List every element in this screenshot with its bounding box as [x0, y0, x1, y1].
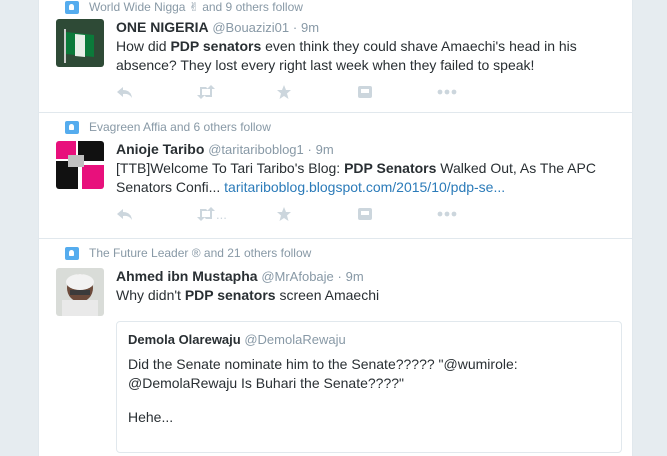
- context-text: The Future Leader ® and 21 others follow: [89, 246, 312, 260]
- follow-context-icon: [65, 121, 79, 134]
- favorite-icon[interactable]: [275, 206, 293, 222]
- user-name[interactable]: Ahmed ibn Mustapha: [116, 268, 258, 284]
- tweet-text: [TTB]Welcome To Tari Taribo's Blog: PDP …: [116, 159, 616, 197]
- tweet-context[interactable]: Evagreen Affia and 6 others follow: [65, 120, 271, 134]
- card-icon[interactable]: [356, 206, 374, 222]
- reply-icon[interactable]: [116, 206, 134, 222]
- quoted-tweet[interactable]: Demola Olarewaju @DemolaRewaju Did the S…: [116, 321, 622, 453]
- quoted-tweet-text-continued: Hehe...: [128, 409, 174, 425]
- user-name[interactable]: ONE NIGERIA: [116, 19, 209, 35]
- timestamp[interactable]: 9m: [346, 269, 364, 284]
- timestamp[interactable]: 9m: [301, 20, 319, 35]
- reply-icon[interactable]: [116, 84, 134, 100]
- search-highlight[interactable]: PDP Senators: [344, 160, 436, 176]
- separator-dot: ·: [337, 269, 342, 284]
- tweet-link[interactable]: taritariboblog.blogspot.com/2015/10/pdp-…: [224, 179, 505, 195]
- text-segment: How did: [116, 38, 171, 54]
- favorite-icon[interactable]: [275, 84, 293, 100]
- text-segment: [TTB]Welcome To Tari Taribo's Blog:: [116, 160, 345, 176]
- search-highlight[interactable]: PDP senators: [185, 287, 276, 303]
- retweet-more: ...: [216, 207, 227, 222]
- context-text: World Wide Nigga ✌ and 9 others follow: [89, 0, 303, 14]
- search-highlight[interactable]: PDP senators: [170, 38, 261, 54]
- timestamp[interactable]: 9m: [316, 142, 334, 157]
- quoted-user-name[interactable]: Demola Olarewaju: [128, 332, 241, 347]
- tweet-actions: [116, 84, 476, 100]
- separator-dot: ·: [307, 142, 312, 157]
- tweet-context[interactable]: World Wide Nigga ✌ and 9 others follow: [65, 0, 303, 14]
- avatar[interactable]: [56, 141, 104, 189]
- context-text: Evagreen Affia and 6 others follow: [89, 120, 271, 134]
- retweet-icon[interactable]: [196, 206, 215, 222]
- tweet-1[interactable]: World Wide Nigga ✌ and 9 others follow O…: [39, 0, 632, 113]
- avatar[interactable]: [56, 268, 104, 316]
- tweet-actions: ...: [116, 206, 476, 222]
- follow-context-icon: [65, 1, 79, 14]
- text-segment: Why didn't: [116, 287, 185, 303]
- text-segment: screen Amaechi: [275, 287, 380, 303]
- tweet-header: ONE NIGERIA @Bouazizi01 · 9m: [116, 19, 319, 35]
- tweet-text: Why didn't PDP senators screen Amaechi: [116, 286, 616, 305]
- user-handle[interactable]: @Bouazizi01: [212, 20, 289, 35]
- timeline-stream: World Wide Nigga ✌ and 9 others follow O…: [38, 0, 633, 456]
- tweet-text: How did PDP senators even think they cou…: [116, 37, 616, 75]
- retweet-icon[interactable]: [196, 84, 215, 100]
- tweet-context[interactable]: The Future Leader ® and 21 others follow: [65, 246, 312, 260]
- tweet-header: Anioje Taribo @taritariboblog1 · 9m: [116, 141, 334, 157]
- user-name[interactable]: Anioje Taribo: [116, 141, 204, 157]
- follow-context-icon: [65, 247, 79, 260]
- avatar[interactable]: [56, 19, 104, 67]
- tweet-header: Ahmed ibn Mustapha @MrAfobaje · 9m: [116, 268, 364, 284]
- more-icon[interactable]: [436, 84, 458, 100]
- card-icon[interactable]: [356, 84, 374, 100]
- user-handle[interactable]: @MrAfobaje: [261, 269, 333, 284]
- separator-dot: ·: [292, 20, 298, 35]
- user-handle[interactable]: @taritariboblog1: [208, 142, 304, 157]
- quoted-tweet-header: Demola Olarewaju @DemolaRewaju: [128, 332, 346, 347]
- more-icon[interactable]: [436, 206, 458, 222]
- tweet-2[interactable]: Evagreen Affia and 6 others follow Anioj…: [39, 113, 632, 239]
- quoted-tweet-text: Did the Senate nominate him to the Senat…: [128, 356, 518, 391]
- quoted-user-handle[interactable]: @DemolaRewaju: [244, 332, 345, 347]
